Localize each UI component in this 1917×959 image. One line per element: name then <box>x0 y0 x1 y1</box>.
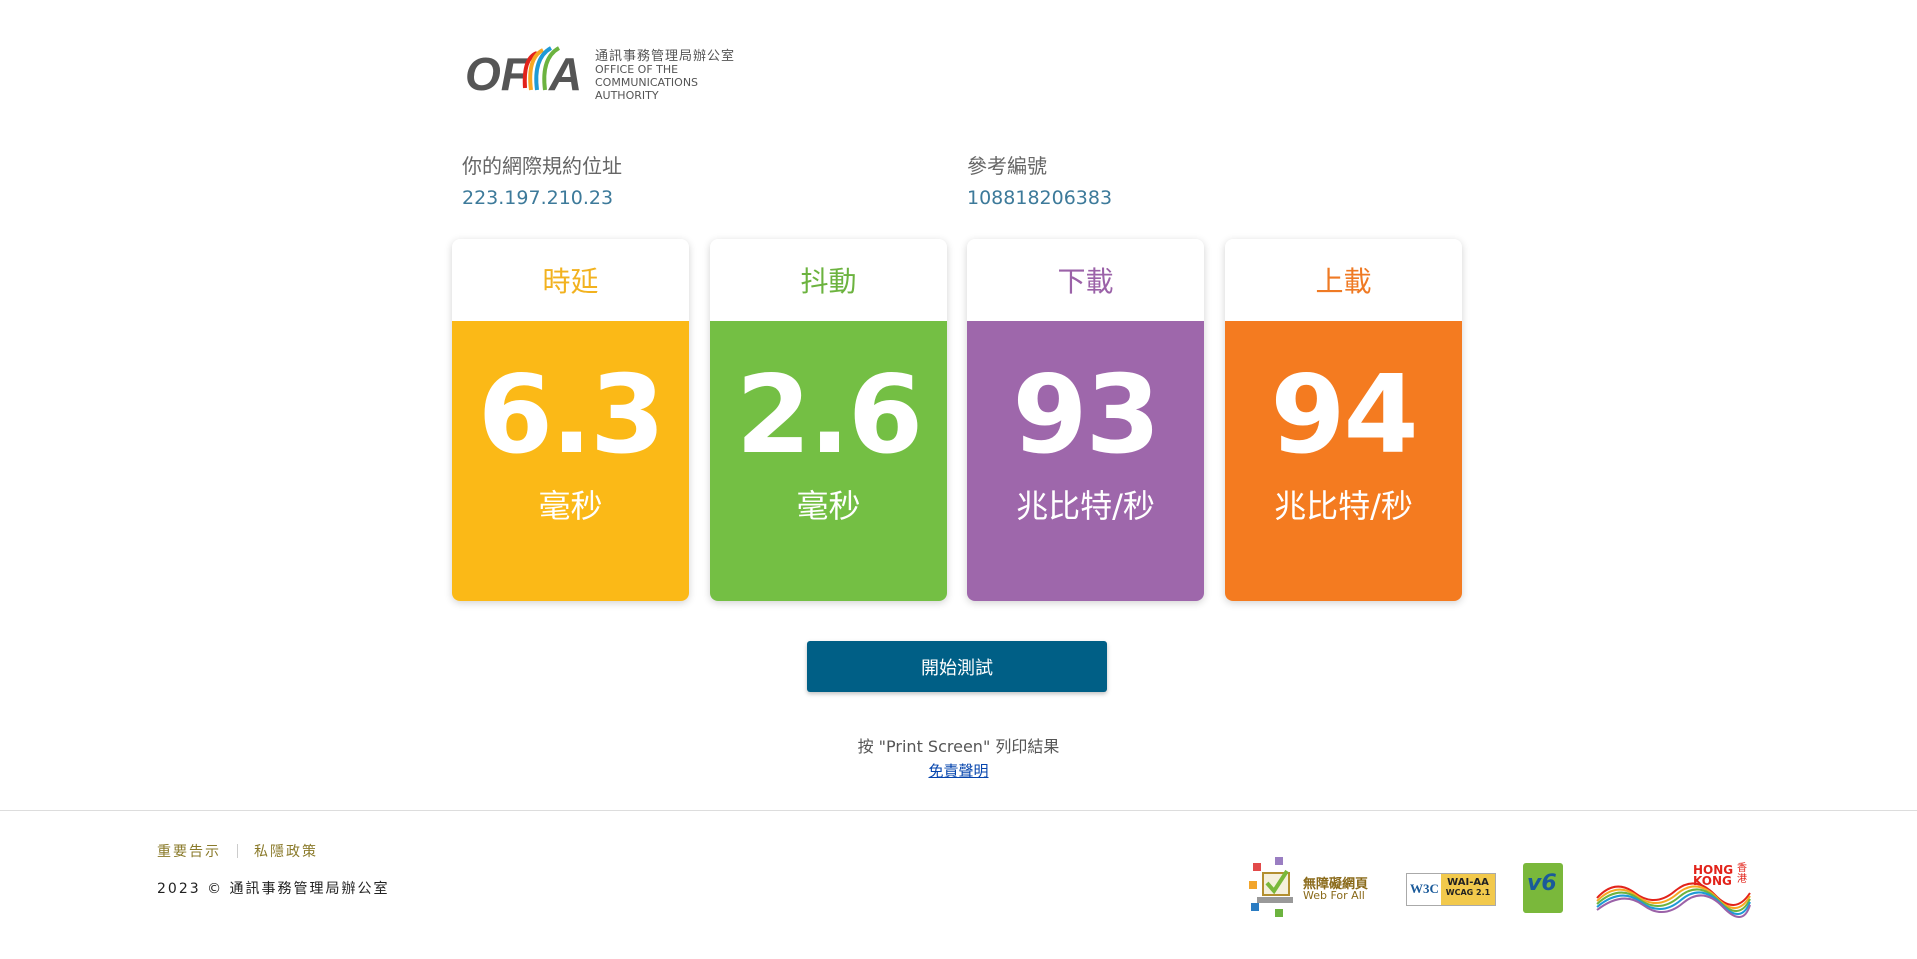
wai-line2: WCAG 2.1 <box>1445 888 1491 897</box>
footer-links: 重要告示 私隱政策 <box>157 841 318 861</box>
ipv6-text: v6 <box>1527 871 1557 896</box>
footer-link-notice[interactable]: 重要告示 <box>157 841 221 861</box>
card-value: 93 <box>1012 353 1160 478</box>
jitter-card: 抖動 2.6 毫秒 <box>710 239 947 601</box>
ofca-logo-icon: OF A <box>465 46 582 100</box>
card-title: 下載 <box>1057 265 1114 298</box>
card-unit: 兆比特/秒 <box>1016 487 1155 525</box>
card-unit: 毫秒 <box>538 487 603 525</box>
card-value: 94 <box>1270 353 1418 478</box>
hk-text: HONG KONG <box>1693 863 1734 888</box>
card-unit: 毫秒 <box>796 487 861 525</box>
card-title: 時延 <box>542 265 599 298</box>
card-unit: 兆比特/秒 <box>1274 487 1413 525</box>
ip-value: 223.197.210.23 <box>462 187 614 209</box>
ip-label: 你的網際規約位址 <box>462 154 622 178</box>
card-title: 上載 <box>1315 265 1372 298</box>
card-body: 2.6 毫秒 <box>710 321 947 601</box>
footer-link-privacy[interactable]: 私隱政策 <box>254 841 318 861</box>
card-body: 93 兆比特/秒 <box>967 321 1204 601</box>
ipv6-badge[interactable]: v6 <box>1523 863 1563 913</box>
print-hint: 按 "Print Screen" 列印結果 <box>857 737 1060 756</box>
download-card: 下載 93 兆比特/秒 <box>967 239 1204 601</box>
svg-text:OF: OF <box>465 48 531 98</box>
web-for-all-badge[interactable]: 無障礙網頁 Web For All <box>1245 855 1380 920</box>
footer-link-separator <box>237 844 238 858</box>
ref-info: 參考編號 108818206383 <box>967 150 1112 209</box>
card-body: 6.3 毫秒 <box>452 321 689 601</box>
card-body: 94 兆比特/秒 <box>1225 321 1462 601</box>
ref-label: 參考編號 <box>967 154 1047 178</box>
ref-value: 108818206383 <box>967 187 1113 209</box>
web-for-all-icon <box>1249 857 1293 917</box>
start-test-button[interactable]: 開始測試 <box>807 641 1107 692</box>
logo-en-line1: OFFICE OF THE <box>595 63 679 76</box>
upload-card: 上載 94 兆比特/秒 <box>1225 239 1462 601</box>
card-value: 2.6 <box>735 353 923 478</box>
card-title: 抖動 <box>800 265 857 298</box>
wai-label: WAI-AA WCAG 2.1 <box>1441 874 1495 905</box>
ip-info: 你的網際規約位址 223.197.210.23 <box>462 150 622 209</box>
latency-card: 時延 6.3 毫秒 <box>452 239 689 601</box>
card-value: 6.3 <box>477 353 665 478</box>
disclaimer: 免責聲明 <box>0 760 1917 781</box>
wai-line1: WAI-AA <box>1447 877 1489 888</box>
disclaimer-link[interactable]: 免責聲明 <box>928 762 988 780</box>
ofca-logo[interactable]: OF A 通訊事務管理局辦公室 OFFICE OF THE COMMUNICAT… <box>465 38 765 102</box>
w3c-wai-badge[interactable]: W3C WAI-AA WCAG 2.1 <box>1406 873 1496 906</box>
brand-hk-badge[interactable]: HONG KONG 香港 <box>1595 863 1755 918</box>
footer-divider <box>0 810 1917 811</box>
hk-zh: 香港 <box>1737 863 1747 885</box>
w3c-text: W3C <box>1410 881 1439 896</box>
copyright: 2023 © 通訊事務管理局辦公室 <box>157 881 390 897</box>
svg-text:A: A <box>548 48 582 98</box>
web-for-all-en: Web For All <box>1303 889 1365 902</box>
logo-text: 通訊事務管理局辦公室 OFFICE OF THE COMMUNICATIONS … <box>595 50 765 102</box>
logo-en-line2: COMMUNICATIONS AUTHORITY <box>595 76 699 102</box>
logo-zh: 通訊事務管理局辦公室 <box>595 49 736 64</box>
